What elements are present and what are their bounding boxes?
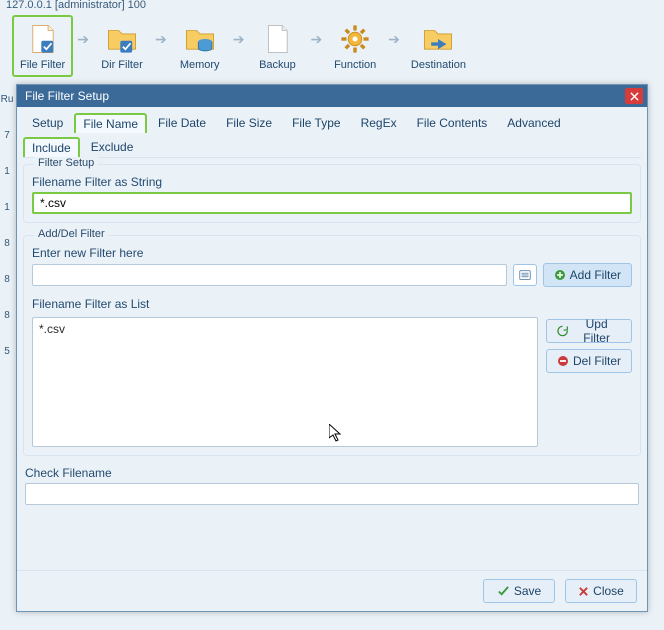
arrow-right-icon: ➔ — [310, 31, 322, 62]
close-button[interactable]: Close — [565, 579, 637, 603]
group-legend: Add/Del Filter — [34, 228, 109, 240]
close-label: Close — [593, 584, 624, 598]
save-button[interactable]: Save — [483, 579, 555, 603]
check-icon — [497, 585, 510, 598]
toolbar-item-memory[interactable]: Memory — [171, 16, 229, 76]
plus-icon — [554, 269, 566, 281]
main-tabs: SetupFile NameFile DateFile SizeFile Typ… — [17, 107, 647, 133]
file-check-icon — [25, 21, 61, 57]
toolbar-item-label: Destination — [411, 59, 466, 71]
filename-filter-string-input[interactable] — [32, 192, 632, 214]
gutter: Ru7118885 — [0, 82, 14, 370]
minus-icon — [557, 355, 569, 367]
string-filter-label: Filename Filter as String — [32, 175, 632, 189]
tab-file-size[interactable]: File Size — [217, 112, 281, 133]
folder-db-icon — [182, 21, 218, 57]
gutter-number: 8 — [0, 226, 14, 262]
toolbar-item-label: Dir Filter — [101, 59, 143, 71]
browse-button[interactable] — [513, 264, 537, 286]
gutter-number: 5 — [0, 334, 14, 370]
gutter-number: 7 — [0, 118, 14, 154]
toolbar-item-label: File Filter — [20, 59, 65, 71]
subtab-exclude[interactable]: Exclude — [82, 136, 143, 157]
titlebar[interactable]: File Filter Setup — [17, 85, 647, 107]
workflow-toolbar: File Filter ➔ Dir Filter ➔ Memory ➔ Backup ➔ Fun… — [0, 11, 664, 85]
address-bar-fragment: 127.0.0.1 [administrator] 100 — [0, 0, 664, 11]
file-filter-setup-dialog: File Filter Setup SetupFile NameFile Dat… — [16, 84, 648, 612]
new-filter-input[interactable] — [32, 264, 507, 286]
check-filename-label: Check Filename — [25, 466, 639, 480]
check-filename-input[interactable] — [25, 483, 639, 505]
gutter-number: 8 — [0, 298, 14, 334]
tab-file-date[interactable]: File Date — [149, 112, 215, 133]
new-filter-label: Enter new Filter here — [32, 246, 632, 260]
arrow-right-icon: ➔ — [155, 31, 167, 62]
close-icon[interactable] — [625, 88, 643, 104]
tab-file-type[interactable]: File Type — [283, 112, 349, 133]
tab-file-contents[interactable]: File Contents — [408, 112, 497, 133]
add-filter-label: Add Filter — [570, 268, 621, 282]
list-label: Filename Filter as List — [32, 297, 632, 311]
arrow-right-icon: ➔ — [77, 31, 89, 62]
folder-check-icon — [104, 21, 140, 57]
upd-filter-button[interactable]: Upd Filter — [546, 319, 632, 343]
tab-setup[interactable]: Setup — [23, 112, 72, 133]
save-label: Save — [514, 584, 541, 598]
upd-filter-label: Upd Filter — [572, 317, 621, 345]
tab-file-name[interactable]: File Name — [74, 113, 147, 133]
sub-tabs: IncludeExclude — [17, 133, 647, 157]
add-filter-button[interactable]: Add Filter — [543, 263, 632, 287]
del-filter-button[interactable]: Del Filter — [546, 349, 632, 373]
toolbar-item-function[interactable]: Function — [326, 16, 384, 76]
file-icon — [259, 21, 295, 57]
list-item[interactable]: *.csv — [39, 322, 531, 336]
subtab-include[interactable]: Include — [23, 137, 80, 157]
gutter-number: 1 — [0, 154, 14, 190]
refresh-icon — [557, 325, 568, 337]
arrow-right-icon: ➔ — [388, 31, 400, 62]
filter-setup-group: Filter Setup Filename Filter as String — [23, 164, 641, 223]
toolbar-item-destination[interactable]: Destination — [404, 16, 473, 76]
dialog-footer: Save Close — [17, 570, 647, 611]
toolbar-item-label: Function — [334, 59, 376, 71]
toolbar-item-file-filter[interactable]: File Filter — [12, 15, 73, 77]
toolbar-item-label: Memory — [180, 59, 220, 71]
tab-regex[interactable]: RegEx — [352, 112, 406, 133]
toolbar-item-dir-filter[interactable]: Dir Filter — [93, 16, 151, 76]
tab-advanced[interactable]: Advanced — [498, 112, 569, 133]
dialog-content: Filter Setup Filename Filter as String A… — [23, 157, 641, 564]
arrow-right-icon: ➔ — [233, 31, 245, 62]
filter-list[interactable]: *.csv — [32, 317, 538, 447]
toolbar-item-label: Backup — [259, 59, 296, 71]
gutter-number: 1 — [0, 190, 14, 226]
gear-icon — [337, 21, 373, 57]
add-del-filter-group: Add/Del Filter Enter new Filter here Add… — [23, 235, 641, 456]
gutter-number: Ru — [0, 82, 14, 118]
dialog-title: File Filter Setup — [25, 89, 625, 103]
folder-arrow-icon — [420, 21, 456, 57]
del-filter-label: Del Filter — [573, 354, 621, 368]
gutter-number: 8 — [0, 262, 14, 298]
toolbar-item-backup[interactable]: Backup — [248, 16, 306, 76]
group-legend: Filter Setup — [34, 157, 98, 169]
x-icon — [578, 586, 589, 597]
